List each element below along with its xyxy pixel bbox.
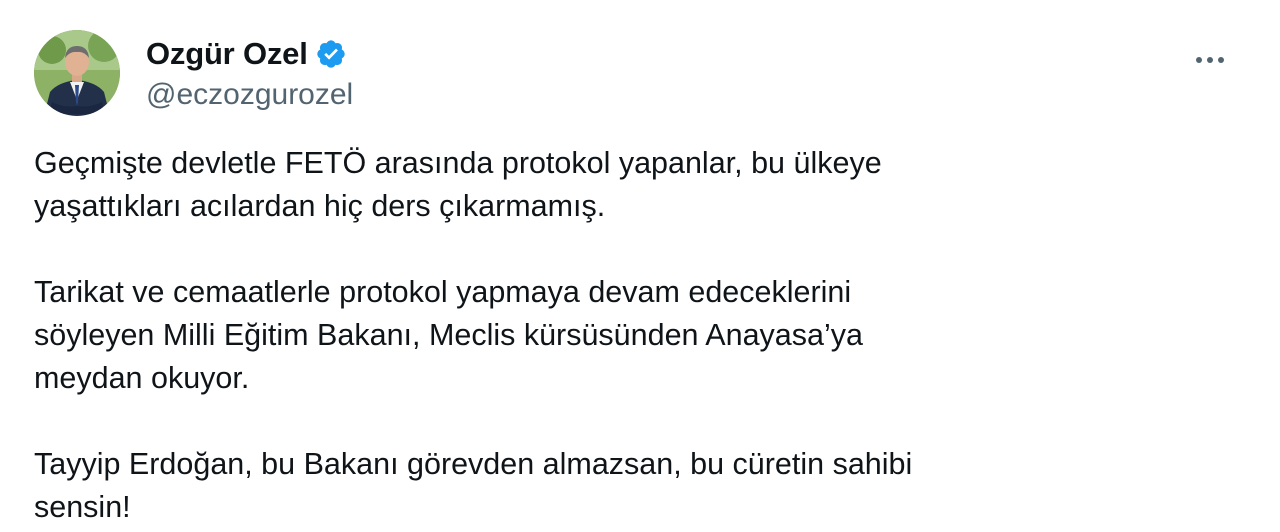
author-display-name[interactable]: Ozgür Ozel	[146, 36, 308, 72]
tweet-paragraph: Tarikat ve cemaatlerle protokol yapmaya …	[34, 275, 863, 395]
avatar-photo-icon	[34, 30, 120, 116]
more-options-button[interactable]	[1188, 48, 1232, 72]
more-options-icon	[1196, 57, 1224, 63]
tweet-header: Ozgür Ozel @eczozgurozel	[34, 30, 1254, 120]
avatar[interactable]	[34, 30, 120, 116]
tweet-text: Geçmişte devletle FETÖ arasında protokol…	[34, 142, 1214, 529]
verified-badge-icon	[315, 38, 347, 70]
author-handle[interactable]: @eczozgurozel	[146, 78, 353, 112]
name-row: Ozgür Ozel	[146, 34, 353, 74]
author-info: Ozgür Ozel @eczozgurozel	[146, 34, 353, 112]
tweet-paragraph: Geçmişte devletle FETÖ arasında protokol…	[34, 146, 882, 223]
tweet-card: Ozgür Ozel @eczozgurozel Geçmişte devlet…	[0, 0, 1280, 532]
tweet-paragraph: Tayyip Erdoğan, bu Bakanı görevden almaz…	[34, 447, 913, 524]
